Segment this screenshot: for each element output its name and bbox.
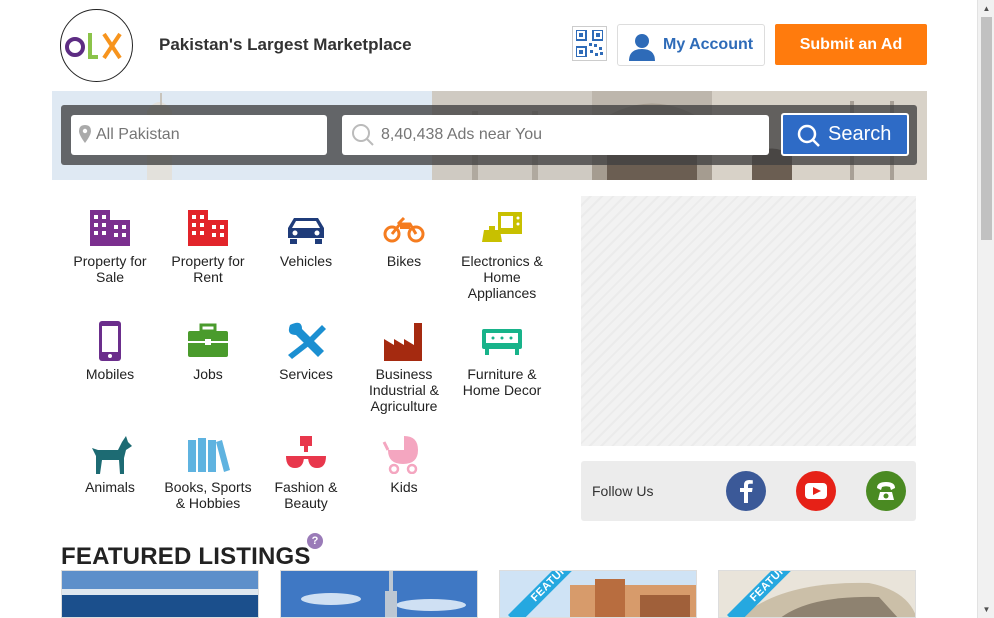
category-label: Animals [85,479,135,495]
category-label: Jobs [193,366,223,382]
category-books[interactable]: Books, Sports & Hobbies [160,434,256,511]
category-furniture[interactable]: Furniture & Home Decor [454,321,550,398]
location-input[interactable] [71,115,327,155]
category-label: Business Industrial & Agriculture [368,366,440,414]
facebook-icon [740,480,753,503]
page-scrollbar[interactable]: ▲ ▼ [977,0,994,618]
category-label: Electronics & Home Appliances [461,253,543,301]
category-jobs[interactable]: Jobs [160,321,256,382]
category-mobiles[interactable]: Mobiles [62,321,158,382]
category-fashion[interactable]: Fashion & Beauty [258,434,354,511]
category-label: Mobiles [85,366,135,382]
building-icon [188,210,228,246]
featured-listing-card[interactable]: FEATURED [718,570,916,618]
briefcase-icon [188,323,228,357]
my-account-label: My Account [663,36,754,53]
user-icon [629,34,655,61]
dog-icon [92,436,132,474]
search-button[interactable]: Search [781,113,909,156]
fashion-icon [286,436,326,468]
category-label: Furniture & Home Decor [462,366,542,398]
category-label: Property for Rent [171,253,245,285]
category-kids[interactable]: Kids [356,434,452,495]
pram-icon [382,436,418,474]
category-property-for-sale[interactable]: Property for Sale [62,208,158,285]
mobile-icon [99,321,121,361]
qr-code-icon [575,29,604,58]
featured-listing-card[interactable] [61,570,259,618]
featured-listing-card[interactable] [280,570,478,618]
olx-logo-icon [65,32,122,60]
youtube-link[interactable] [796,471,836,511]
qr-code-button[interactable] [572,26,607,61]
featured-listings-title: FEATURED LISTINGS [61,543,311,570]
search-icon [352,124,374,146]
category-label: Bikes [386,253,422,269]
my-account-button[interactable]: My Account [617,24,765,66]
appliance-icon [482,212,522,242]
featured-listing-card[interactable]: FEATURED [499,570,697,618]
follow-us-label: Follow Us [592,483,654,499]
motorbike-icon [383,216,425,243]
category-label: Vehicles [279,253,333,269]
follow-us-panel: Follow Us [581,461,916,521]
search-button-label: Search [828,123,892,145]
scroll-down-icon[interactable]: ▼ [978,601,994,618]
phone-link[interactable] [866,471,906,511]
search-query-input[interactable] [342,115,769,155]
category-animals[interactable]: Animals [62,434,158,495]
category-label: Services [279,366,333,382]
car-icon [288,218,324,244]
site-tagline: Pakistan's Largest Marketplace [159,35,412,54]
category-electronics[interactable]: Electronics & Home Appliances [454,208,550,301]
category-label: Fashion & Beauty [274,479,338,511]
phone-icon [877,482,895,500]
category-label: Kids [390,479,418,495]
category-business[interactable]: Business Industrial & Agriculture [356,321,452,414]
submit-ad-button[interactable]: Submit an Ad [775,24,927,65]
category-property-for-rent[interactable]: Property for Rent [160,208,256,285]
location-pin-icon [79,125,91,143]
category-label: Books, Sports & Hobbies [164,479,252,511]
category-bikes[interactable]: Bikes [356,208,452,269]
listing-image [281,571,477,617]
factory-icon [384,323,422,361]
tools-icon [288,322,326,359]
scrollbar-thumb[interactable] [981,17,992,240]
category-label: Property for Sale [73,253,147,285]
books-icon [188,438,230,472]
scroll-up-icon[interactable]: ▲ [978,0,994,17]
youtube-icon [805,483,827,499]
listing-image [62,571,258,617]
advertisement-placeholder [581,196,916,446]
facebook-link[interactable] [726,471,766,511]
building-icon [90,210,130,246]
sofa-icon [482,329,522,355]
category-vehicles[interactable]: Vehicles [258,208,354,269]
olx-logo[interactable] [60,9,133,82]
category-services[interactable]: Services [258,321,354,382]
page: Pakistan's Largest Marketplace My Accoun… [0,0,994,618]
help-icon[interactable]: ? [307,533,323,549]
search-icon [797,124,820,147]
